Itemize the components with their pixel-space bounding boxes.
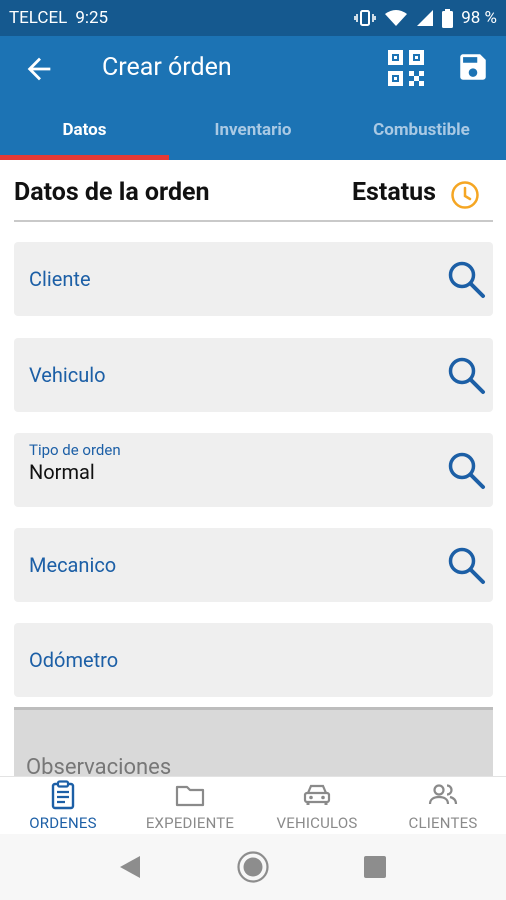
nav-ordenes[interactable]: ORDENES: [0, 777, 126, 835]
tipo-orden-label: Tipo de orden: [29, 441, 121, 459]
observaciones-field[interactable]: Observaciones: [14, 707, 493, 780]
clipboard-icon: [48, 780, 78, 810]
nav-vehiculos-label: VEHICULOS: [276, 814, 358, 832]
clock-icon[interactable]: [449, 179, 481, 211]
tipo-orden-value: Normal: [29, 460, 95, 484]
tab-inventario[interactable]: Inventario: [169, 100, 337, 160]
tipo-orden-field[interactable]: Tipo de orden Normal: [14, 433, 493, 507]
search-icon[interactable]: [445, 449, 487, 491]
folder-icon: [175, 780, 205, 810]
active-tab-indicator: [0, 155, 169, 160]
system-recents-icon[interactable]: [364, 856, 386, 878]
status-bar: TELCEL 9:25 98 %: [0, 0, 506, 36]
section-title: Datos de la orden: [14, 178, 210, 207]
system-navigation-bar: [0, 834, 506, 900]
section-header: Datos de la orden Estatus: [14, 172, 493, 222]
tab-bar: Datos Inventario Combustible: [0, 100, 506, 160]
system-home-icon[interactable]: [236, 850, 270, 884]
nav-expediente[interactable]: EXPEDIENTE: [127, 777, 253, 835]
tab-datos[interactable]: Datos: [0, 100, 169, 160]
nav-expediente-label: EXPEDIENTE: [145, 814, 235, 832]
battery-icon: [442, 8, 454, 28]
people-icon: [428, 780, 458, 810]
odometro-label: Odómetro: [29, 648, 119, 672]
page-title: Crear órden: [102, 53, 232, 82]
wifi-icon: [384, 9, 408, 27]
car-icon: [302, 780, 332, 810]
clock-time: 9:25: [75, 8, 109, 28]
mecanico-field[interactable]: Mecanico: [14, 528, 493, 602]
search-icon[interactable]: [445, 544, 487, 586]
signal-icon: [416, 9, 434, 27]
cliente-label: Cliente: [29, 267, 91, 291]
vehiculo-label: Vehiculo: [29, 363, 106, 387]
mecanico-label: Mecanico: [29, 553, 117, 577]
nav-vehiculos[interactable]: VEHICULOS: [254, 777, 380, 835]
tab-combustible[interactable]: Combustible: [337, 100, 506, 160]
cliente-field[interactable]: Cliente: [14, 242, 493, 316]
search-icon[interactable]: [445, 354, 487, 396]
carrier-label: TELCEL: [9, 8, 68, 28]
app-bar: Crear órden: [0, 36, 506, 100]
battery-percent: 98 %: [461, 8, 497, 28]
nav-ordenes-label: ORDENES: [29, 814, 97, 832]
nav-clientes-label: CLIENTES: [408, 814, 478, 832]
odometro-field[interactable]: Odómetro: [14, 623, 493, 697]
back-arrow-icon[interactable]: [22, 52, 56, 86]
system-back-icon[interactable]: [118, 854, 142, 880]
vibrate-icon: [354, 9, 377, 27]
nav-clientes[interactable]: CLIENTES: [380, 777, 506, 835]
qr-code-icon[interactable]: [386, 48, 426, 88]
save-icon[interactable]: [456, 50, 490, 84]
vehiculo-field[interactable]: Vehiculo: [14, 338, 493, 412]
bottom-navigation: ORDENES EXPEDIENTE VEHICULOS CLIENTES: [0, 776, 506, 834]
search-icon[interactable]: [445, 258, 487, 300]
status-label: Estatus: [351, 178, 436, 207]
